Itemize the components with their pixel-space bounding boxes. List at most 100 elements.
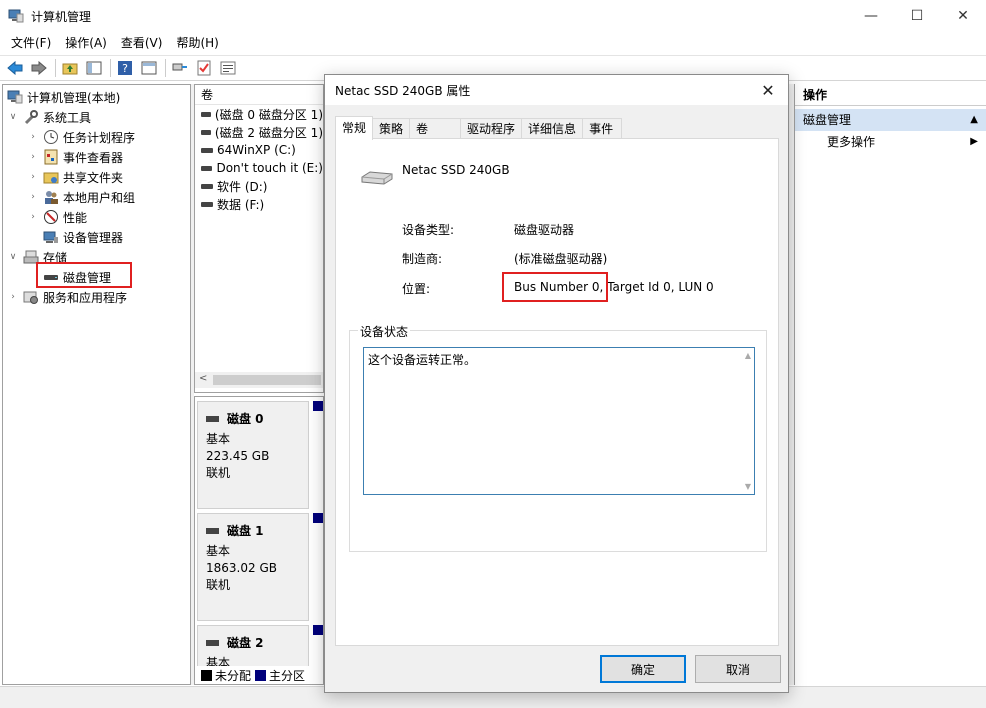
list-item[interactable]: (磁盘 2 磁盘分区 1) [195, 123, 323, 141]
toolbar-separator [165, 59, 166, 77]
chevron-right-icon[interactable]: › [7, 292, 19, 302]
disk-icon [206, 527, 219, 534]
disk-icon [201, 147, 213, 153]
close-icon[interactable]: ✕ [758, 80, 778, 100]
general-tab-panel: Netac SSD 240GB 设备类型: 磁盘驱动器 制造商: (标准磁盘驱动… [335, 138, 779, 646]
close-window-button[interactable]: ✕ [940, 0, 986, 32]
location-label: 位置: [402, 282, 431, 296]
tree-item-device-manager[interactable]: 设备管理器 [43, 227, 123, 247]
scroll-up-icon[interactable]: ▲ [745, 351, 751, 360]
disk-size: 223.45 GB [206, 449, 270, 463]
connect-icon[interactable] [169, 58, 191, 78]
disk-name: 磁盘 0 [227, 412, 264, 426]
disk-icon [206, 639, 219, 646]
manufacturer-label: 制造商: [402, 252, 443, 266]
disk-size: 1863.02 GB [206, 561, 277, 575]
tree-item-root[interactable]: 计算机管理(本地) [7, 87, 120, 107]
disk-icon [201, 201, 213, 207]
menu-help[interactable]: 帮助(H) [169, 32, 225, 54]
computer-icon [7, 89, 23, 105]
partition-block[interactable] [313, 513, 323, 621]
chevron-down-icon[interactable]: ∨ [7, 112, 19, 122]
highlight-annotation [36, 262, 132, 288]
tree-item-local-users[interactable]: › 本地用户和组 [27, 187, 135, 207]
chevron-down-icon[interactable]: ∨ [7, 252, 19, 262]
menu-view[interactable]: 查看(V) [114, 32, 170, 54]
tab-driver[interactable]: 驱动程序 [460, 118, 523, 139]
chevron-right-icon[interactable]: › [27, 192, 39, 202]
tab-volumes[interactable]: 卷 [409, 118, 462, 139]
disk-icon [206, 415, 219, 422]
more-actions-item[interactable]: 更多操作 ▶ [795, 131, 986, 153]
list-item[interactable]: 软件 (D:) [195, 177, 323, 195]
dialog-title-bar: Netac SSD 240GB 属性 ✕ [325, 75, 788, 105]
checklist-icon[interactable] [193, 58, 215, 78]
tree-item-event-viewer[interactable]: › 事件查看器 [27, 147, 123, 167]
disk-type: 基本 [206, 544, 231, 558]
chevron-right-icon[interactable]: › [27, 152, 39, 162]
tab-general[interactable]: 常规 [335, 116, 374, 140]
collapse-up-icon[interactable]: ▲ [970, 109, 978, 131]
services-icon [23, 289, 39, 305]
actions-header: 操作 [795, 84, 986, 106]
tab-strip: 常规 策略 卷 驱动程序 详细信息 事件 [335, 116, 623, 140]
title-bar: 计算机管理 — ☐ ✕ [0, 0, 986, 32]
tree-item-task-scheduler[interactable]: › 任务计划程序 [27, 127, 135, 147]
tree-item-label: 共享文件夹 [63, 170, 124, 185]
scroll-down-icon[interactable]: ▼ [745, 482, 751, 491]
tree-item-system-tools[interactable]: ∨ 系统工具 [7, 107, 91, 127]
tree-item-shared-folders[interactable]: › 共享文件夹 [27, 167, 123, 187]
tree-item-label: 服务和应用程序 [43, 290, 128, 305]
column-header-volume[interactable]: 卷 [195, 85, 323, 105]
device-name: Netac SSD 240GB [402, 163, 510, 177]
up-folder-icon[interactable] [59, 58, 81, 78]
settings-list-icon[interactable] [217, 58, 239, 78]
tab-events[interactable]: 事件 [582, 118, 623, 139]
device-status-group: 设备状态 这个设备运转正常。 ▲ ▼ [349, 323, 767, 552]
primary-swatch [255, 669, 267, 681]
menu-file[interactable]: 文件(F) [4, 32, 58, 54]
highlight-annotation [502, 272, 608, 302]
chevron-right-icon[interactable]: › [27, 172, 39, 182]
tab-details[interactable]: 详细信息 [521, 118, 584, 139]
forward-arrow-icon[interactable] [28, 58, 50, 78]
minimize-button[interactable]: — [848, 0, 894, 32]
tab-policies[interactable]: 策略 [372, 118, 411, 139]
horizontal-scrollbar[interactable]: < [195, 372, 323, 388]
device-status-textarea[interactable]: 这个设备运转正常。 ▲ ▼ [363, 347, 755, 495]
scroll-left-icon[interactable]: < [199, 373, 207, 384]
console-tree: 计算机管理(本地) ∨ 系统工具 › 任务计划程序 › 事件查看器 › 共享文件… [2, 84, 191, 685]
unallocated-swatch [201, 669, 212, 681]
ok-button[interactable]: 确定 [600, 655, 686, 683]
back-arrow-icon[interactable] [4, 58, 26, 78]
disk-1-info[interactable]: 磁盘 1 基本 1863.02 GB 联机 [197, 513, 309, 621]
window-title: 计算机管理 [31, 9, 92, 24]
toolbar-separator [110, 59, 111, 77]
list-item[interactable]: (磁盘 0 磁盘分区 1) [195, 105, 323, 123]
scrollbar-thumb[interactable] [213, 375, 321, 385]
maximize-button[interactable]: ☐ [894, 0, 940, 32]
list-item[interactable]: 数据 (F:) [195, 195, 323, 213]
show-hide-tree-icon[interactable] [83, 58, 105, 78]
disk-0-info[interactable]: 磁盘 0 基本 223.45 GB 联机 [197, 401, 309, 509]
help-icon[interactable]: ? [114, 58, 136, 78]
list-item[interactable]: Don't touch it (E:) [195, 159, 323, 177]
tree-item-label: 计算机管理(本地) [27, 90, 121, 105]
partition-block[interactable] [313, 401, 323, 509]
list-item[interactable]: 64WinXP (C:) [195, 141, 323, 159]
actions-section-disk-management[interactable]: 磁盘管理 ▲ [795, 109, 986, 131]
disk-icon [201, 183, 213, 189]
tree-item-label: 本地用户和组 [63, 190, 136, 205]
chevron-right-icon[interactable]: › [27, 212, 39, 222]
chevron-right-icon[interactable]: › [27, 132, 39, 142]
volume-list: 卷 (磁盘 0 磁盘分区 1) (磁盘 2 磁盘分区 1) 64WinXP (C… [194, 84, 324, 393]
menu-action[interactable]: 操作(A) [58, 32, 114, 54]
tree-item-services-apps[interactable]: › 服务和应用程序 [7, 287, 127, 307]
cancel-button[interactable]: 取消 [695, 655, 781, 683]
disk-name: 磁盘 1 [227, 524, 264, 538]
computer-management-icon [8, 8, 24, 24]
tree-item-performance[interactable]: › 性能 [27, 207, 87, 227]
performance-icon [43, 209, 59, 225]
clock-icon [43, 129, 59, 145]
properties-pane-icon[interactable] [138, 58, 160, 78]
